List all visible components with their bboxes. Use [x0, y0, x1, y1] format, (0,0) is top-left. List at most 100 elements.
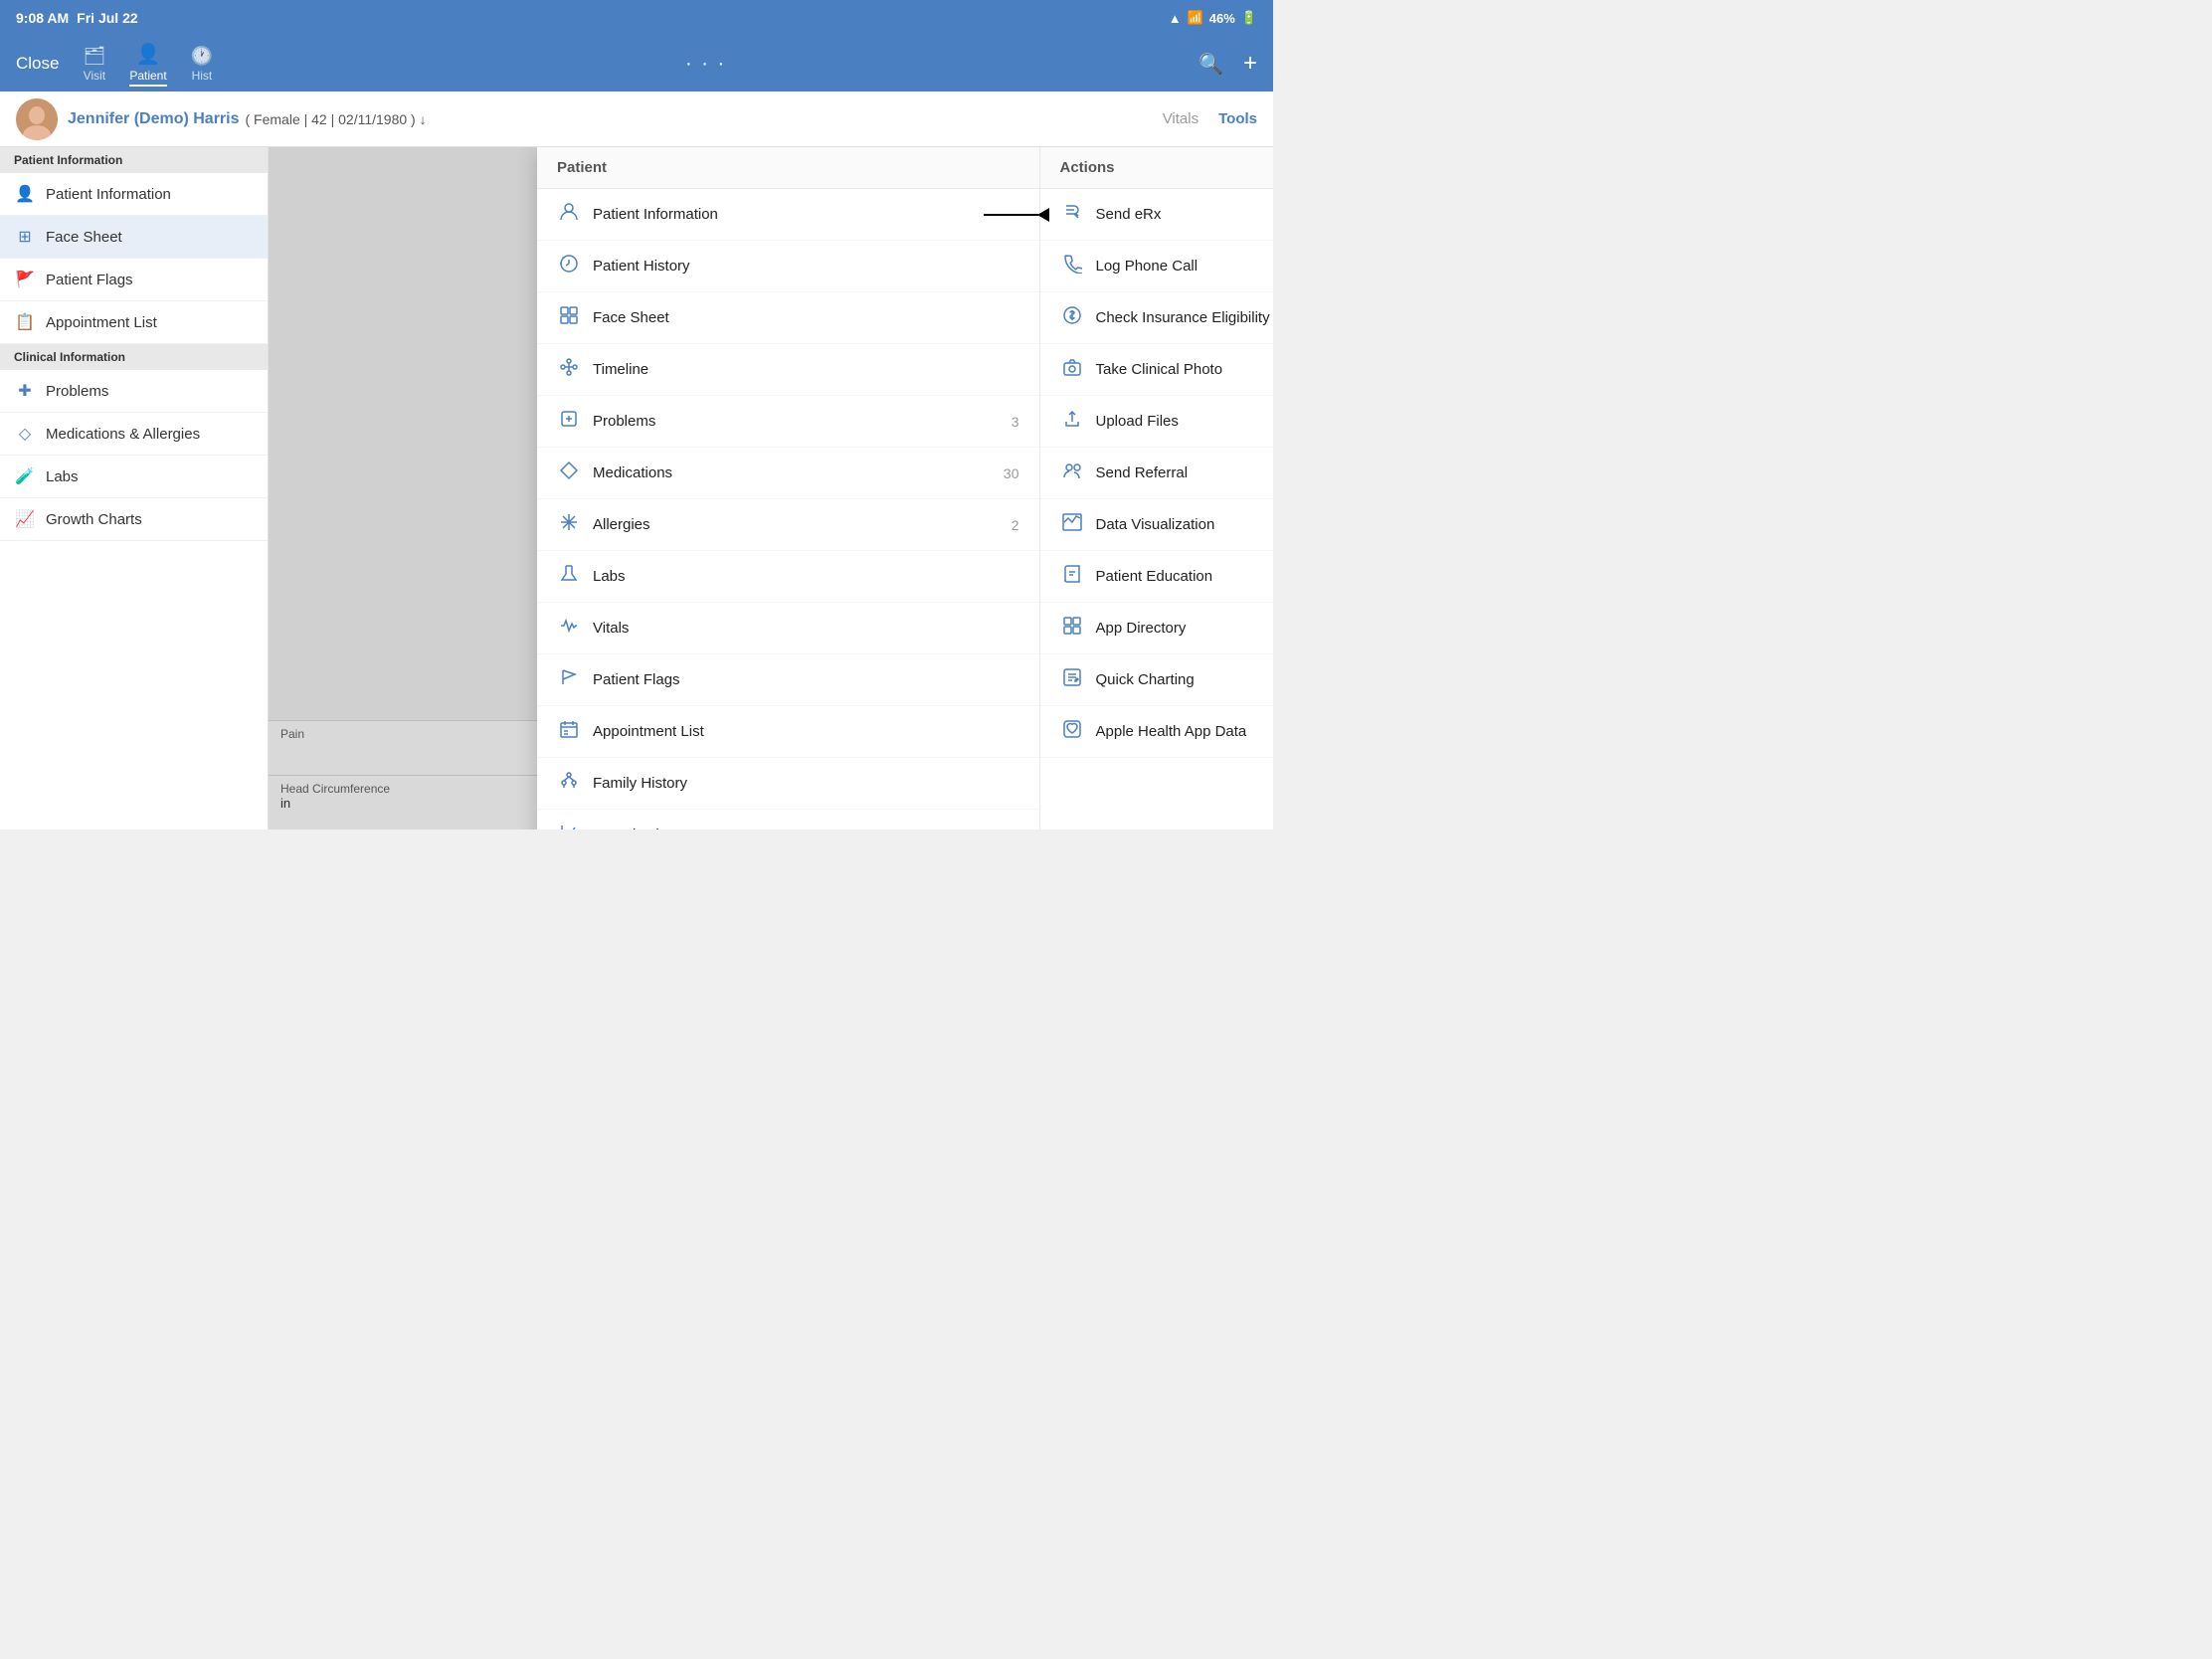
- dropdown-label-medications: Medications: [593, 464, 992, 481]
- dropdown-label-take-photo: Take Clinical Photo: [1096, 361, 1274, 378]
- dropdown-item-app-directory[interactable]: App Directory: [1040, 603, 1274, 654]
- dropdown-label-check-insurance: Check Insurance Eligibility: [1096, 309, 1274, 326]
- sidebar-item-growth-charts[interactable]: 📈 Growth Charts: [0, 498, 268, 541]
- dropdown-item-patient-history[interactable]: Patient History: [537, 241, 1039, 292]
- patient-avatar: [16, 98, 58, 140]
- top-nav-bar: Close 🗂 Visit 👤 Patient 🕐 Hist · · · 🔍 +: [0, 36, 1273, 92]
- patient-name[interactable]: Jennifer (Demo) Harris: [68, 110, 240, 128]
- tab-patient[interactable]: 👤 Patient: [129, 42, 166, 87]
- main-content: Patient Information 👤 Patient Informatio…: [0, 147, 1273, 830]
- sidebar-item-appointment-list[interactable]: 📋 Appointment List: [0, 301, 268, 344]
- dropdown-item-medications[interactable]: Medications 30: [537, 448, 1039, 499]
- sidebar-item-labs[interactable]: 🧪 Labs: [0, 456, 268, 498]
- dropdown-label-timeline: Timeline: [593, 361, 1019, 378]
- dropdown-item-apple-health[interactable]: Apple Health App Data NO: [1040, 706, 1274, 758]
- status-bar: 9:08 AM Fri Jul 22 ▲ 📶 46% 🔋: [0, 0, 1273, 36]
- family-icon: [557, 771, 581, 796]
- phone-icon: [1060, 254, 1084, 278]
- dropdown-item-upload-files[interactable]: Upload Files: [1040, 396, 1274, 448]
- dropdown-item-send-referral[interactable]: Send Referral: [1040, 448, 1274, 499]
- dropdown-label-patient-history: Patient History: [593, 258, 1019, 275]
- dropdown-item-growth-charts[interactable]: Growth Charts: [537, 810, 1039, 830]
- dropdown-label-face-sheet: Face Sheet: [593, 309, 1019, 326]
- dropdown-label-appointment-list: Appointment List: [593, 723, 1019, 740]
- dropdown-item-log-phone[interactable]: Log Phone Call: [1040, 241, 1274, 292]
- sidebar-item-face-sheet[interactable]: ⊞ Face Sheet: [0, 216, 268, 259]
- data-viz-icon: [1060, 512, 1084, 537]
- dropdown-label-patient-edu: Patient Education: [1096, 568, 1274, 585]
- add-icon[interactable]: +: [1243, 50, 1257, 78]
- dropdown-item-problems[interactable]: Problems 3: [537, 396, 1039, 448]
- dropdown-label-patient-information: Patient Information: [593, 206, 1019, 223]
- nav-tabs: 🗂 Visit 👤 Patient 🕐 Hist: [83, 42, 213, 87]
- history-icon: [557, 254, 581, 278]
- tab-hist[interactable]: 🕐 Hist: [191, 46, 213, 83]
- dropdown-item-appointment-list[interactable]: Appointment List: [537, 706, 1039, 758]
- referral-icon: [1060, 461, 1084, 485]
- health-icon: [1060, 719, 1084, 744]
- tab-patient-label: Patient: [129, 69, 166, 83]
- sidebar-label-appointment-list: Appointment List: [46, 314, 157, 331]
- person-icon: 👤: [14, 184, 36, 204]
- sidebar-item-problems[interactable]: ✚ Problems: [0, 370, 268, 413]
- allergies-badge: 2: [1012, 517, 1019, 533]
- tab-visit[interactable]: 🗂 Visit: [83, 46, 105, 83]
- rx-icon: [1060, 202, 1084, 227]
- chart-icon: 📈: [14, 509, 36, 529]
- sidebar-item-patient-information[interactable]: 👤 Patient Information: [0, 173, 268, 216]
- sidebar-label-growth-charts: Growth Charts: [46, 511, 142, 528]
- sidebar-label-problems: Problems: [46, 383, 108, 400]
- dropdown-label-send-referral: Send Referral: [1096, 464, 1274, 481]
- dropdown-item-family-history[interactable]: Family History: [537, 758, 1039, 810]
- dropdown-actions-header: Actions: [1040, 147, 1274, 189]
- sidebar-item-medications[interactable]: ◇ Medications & Allergies: [0, 413, 268, 456]
- person-outline-icon: [557, 202, 581, 227]
- dropdown-item-patient-edu[interactable]: Patient Education: [1040, 551, 1274, 603]
- close-button[interactable]: Close: [16, 54, 59, 74]
- dropdown-label-growth-charts: Growth Charts: [593, 827, 1019, 830]
- vitals-icon: [557, 616, 581, 641]
- tab-vitals[interactable]: Vitals: [1163, 110, 1198, 127]
- sidebar-item-patient-flags[interactable]: 🚩 Patient Flags: [0, 259, 268, 301]
- grid-icon: ⊞: [14, 227, 36, 247]
- dropdown-item-data-viz[interactable]: Data Visualization: [1040, 499, 1274, 551]
- dropdown-item-allergies[interactable]: Allergies 2: [537, 499, 1039, 551]
- dropdown-item-vitals[interactable]: Vitals: [537, 603, 1039, 654]
- dropdown-label-data-viz: Data Visualization: [1096, 516, 1274, 533]
- appointment-icon: [557, 719, 581, 744]
- location-icon: ▲: [1169, 11, 1182, 26]
- dropdown-item-patient-information[interactable]: Patient Information: [537, 189, 1039, 241]
- dropdown-actions-col: Actions Send eRx: [1040, 147, 1274, 830]
- patient-icon: 👤: [136, 42, 161, 67]
- battery-display: 46%: [1209, 11, 1235, 26]
- dropdown-item-labs[interactable]: Labs: [537, 551, 1039, 603]
- search-icon[interactable]: 🔍: [1198, 52, 1223, 77]
- dropdown-label-app-directory: App Directory: [1096, 620, 1274, 637]
- dollar-icon: [1060, 305, 1084, 330]
- dropdown-label-send-erx: Send eRx: [1096, 206, 1274, 223]
- dropdown-label-patient-flags: Patient Flags: [593, 671, 1019, 688]
- top-nav-right: 🔍 +: [1198, 50, 1257, 78]
- medications-badge: 30: [1004, 465, 1019, 481]
- dropdown-label-family-history: Family History: [593, 775, 1019, 792]
- dropdown-item-take-photo[interactable]: Take Clinical Photo: [1040, 344, 1274, 396]
- visit-icon: 🗂: [83, 46, 105, 67]
- quick-chart-icon: [1060, 667, 1084, 692]
- timeline-icon: [557, 357, 581, 382]
- dropdown-item-check-insurance[interactable]: Check Insurance Eligibility: [1040, 292, 1274, 344]
- sidebar-label-patient-flags: Patient Flags: [46, 272, 133, 288]
- dropdown-item-quick-charting[interactable]: Quick Charting: [1040, 654, 1274, 706]
- growth-chart-icon: [557, 823, 581, 830]
- sidebar-label-patient-info: Patient Information: [46, 186, 171, 203]
- dropdown-item-face-sheet[interactable]: Face Sheet: [537, 292, 1039, 344]
- sidebar-label-medications: Medications & Allergies: [46, 426, 200, 443]
- plus-icon: ✚: [14, 381, 36, 401]
- tab-tools[interactable]: Tools: [1218, 110, 1257, 127]
- medications-icon: [557, 461, 581, 485]
- header-tabs: Vitals Tools: [1163, 110, 1257, 127]
- camera-icon: [1060, 357, 1084, 382]
- dropdown-item-timeline[interactable]: Timeline: [537, 344, 1039, 396]
- dropdown-item-patient-flags[interactable]: Patient Flags: [537, 654, 1039, 706]
- dropdown-item-send-erx[interactable]: Send eRx: [1040, 189, 1274, 241]
- flag-dropdown-icon: [557, 667, 581, 692]
